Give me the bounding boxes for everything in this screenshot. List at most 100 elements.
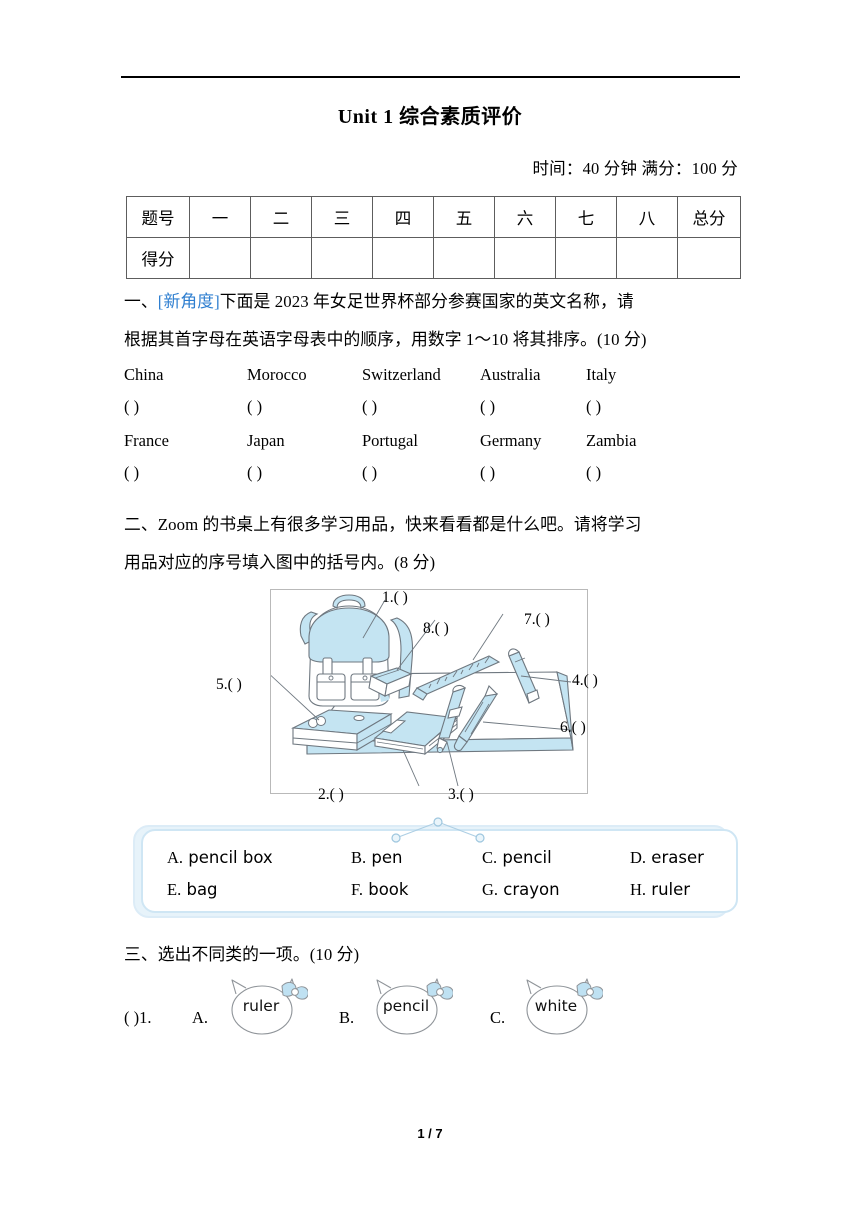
score-table-col-7: 八 <box>616 196 678 238</box>
country-australia: Australia <box>480 365 541 384</box>
question-3-choice-b-letter[interactable]: B. <box>339 1008 354 1028</box>
word-bank-option-g[interactable]: G. crayon <box>482 880 560 900</box>
word-bank-option-b-word: pen <box>371 848 403 867</box>
page-title: Unit 1 综合素质评价 <box>337 106 523 128</box>
picture-label-2[interactable]: 2.( ) <box>318 786 344 804</box>
score-table-row-label-1: 得分 <box>126 237 190 279</box>
answer-blank-portugal[interactable]: ( ) <box>362 463 480 483</box>
country-japan: Japan <box>247 431 285 450</box>
word-bank-option-f-word: book <box>368 880 409 899</box>
answer-blank-switzerland[interactable]: ( ) <box>362 397 480 417</box>
word-bank-option-a[interactable]: A. pencil box <box>167 848 273 868</box>
question-3-choice-c-word: white <box>534 997 578 1015</box>
score-table-row-label-0: 题号 <box>126 196 190 238</box>
country-france: France <box>124 431 169 450</box>
score-table-col-3: 四 <box>372 196 434 238</box>
question-1-country-row-1: China Morocco Switzerland Australia Italy <box>124 365 616 385</box>
word-bank-option-b-letter: B. <box>351 848 367 867</box>
picture-label-3[interactable]: 3.( ) <box>448 786 474 804</box>
question-3-number: 三、 <box>124 945 158 964</box>
score-table-col-0: 一 <box>189 196 251 238</box>
question-3-choice-a-letter[interactable]: A. <box>192 1008 208 1028</box>
question-1-country-row-2: France Japan Portugal Germany Zambia <box>124 431 636 451</box>
score-cell-3[interactable] <box>372 237 434 279</box>
leader-line-2 <box>402 749 420 787</box>
score-table: 题号 一 二 三 四 五 六 七 八 总分 得分 <box>126 196 741 279</box>
question-1-number: 一、 <box>124 292 158 311</box>
word-bank-option-e-word: bag <box>186 880 218 899</box>
word-bank-option-f-letter: F. <box>351 880 363 899</box>
word-bank-option-c-word: pencil <box>502 848 552 867</box>
answer-blank-zambia[interactable]: ( ) <box>586 463 601 483</box>
score-cell-4[interactable] <box>433 237 495 279</box>
word-bank-option-a-word: pencil box <box>188 848 273 867</box>
word-bank-option-f[interactable]: F. book <box>351 880 408 900</box>
word-bank-option-d[interactable]: D. eraser <box>630 848 704 868</box>
exam-page: Unit 1 综合素质评价 时间：40 分钟 满分：100 分 题号 一 二 三… <box>0 0 860 1216</box>
answer-blank-italy[interactable]: ( ) <box>586 397 601 417</box>
word-bank-option-h-letter: H. <box>630 880 647 899</box>
score-table-col-1: 二 <box>250 196 312 238</box>
country-germany: Germany <box>480 431 542 450</box>
answer-blank-japan[interactable]: ( ) <box>247 463 362 483</box>
word-bank-option-a-letter: A. <box>167 848 184 867</box>
word-bank-option-c[interactable]: C. pencil <box>482 848 552 868</box>
question-3-choice-b-word: pencil <box>382 997 430 1015</box>
question-1-text-a: 下面是 2023 年女足世界杯部分参赛国家的英文名称，请 <box>219 292 634 311</box>
question-3-item-1-blank[interactable]: ( )1. <box>124 1008 152 1028</box>
page-number: 1 / 7 <box>417 1126 443 1141</box>
score-table-col-2: 三 <box>311 196 373 238</box>
score-cell-0[interactable] <box>189 237 251 279</box>
word-bank-option-c-letter: C. <box>482 848 498 867</box>
question-1-blank-row-1: ( )( )( )( )( ) <box>124 397 601 417</box>
picture-label-7[interactable]: 7.( ) <box>524 611 550 629</box>
question-3-text-a: 选出不同类的一项。(10 分) <box>157 945 360 964</box>
answer-blank-morocco[interactable]: ( ) <box>247 397 362 417</box>
score-cell-5[interactable] <box>494 237 556 279</box>
country-zambia: Zambia <box>586 431 637 450</box>
country-china: China <box>124 365 164 384</box>
score-cell-1[interactable] <box>250 237 312 279</box>
question-2-text-a: Zoom 的书桌上有很多学习用品，快来看看都是什么吧。请将学习 <box>157 515 642 534</box>
score-table-col-6: 七 <box>555 196 617 238</box>
picture-label-5[interactable]: 5.( ) <box>216 676 242 694</box>
word-bank-option-e-letter: E. <box>167 880 182 899</box>
answer-blank-germany[interactable]: ( ) <box>480 463 586 483</box>
answer-blank-china[interactable]: ( ) <box>124 397 247 417</box>
word-bank <box>141 829 738 913</box>
header-rule <box>121 76 740 78</box>
question-1-tag: [新角度] <box>157 292 220 311</box>
score-cell-6[interactable] <box>555 237 617 279</box>
score-cell-total[interactable] <box>677 237 741 279</box>
score-cell-2[interactable] <box>311 237 373 279</box>
question-1-line-1: 一、[新角度]下面是 2023 年女足世界杯部分参赛国家的英文名称，请 <box>124 283 634 321</box>
question-1-line-2: 根据其首字母在英语字母表中的顺序，用数字 1～10 将其排序。(10 分) <box>124 330 647 349</box>
answer-blank-australia[interactable]: ( ) <box>480 397 586 417</box>
question-3-choice-a[interactable]: ruler <box>222 976 309 1038</box>
score-cell-7[interactable] <box>616 237 678 279</box>
country-portugal: Portugal <box>362 431 418 450</box>
question-2-line-2: 用品对应的序号填入图中的括号内。(8 分) <box>124 553 436 572</box>
question-2-line-1: 二、Zoom 的书桌上有很多学习用品，快来看看都是什么吧。请将学习 <box>124 506 641 544</box>
picture-label-8[interactable]: 8.( ) <box>423 620 449 638</box>
word-bank-option-e[interactable]: E. bag <box>167 880 218 900</box>
picture-label-6[interactable]: 6.( ) <box>560 719 586 737</box>
word-bank-option-b[interactable]: B. pen <box>351 848 402 868</box>
score-table-col-total: 总分 <box>677 196 741 238</box>
picture-label-1[interactable]: 1.( ) <box>382 589 408 607</box>
question-1-blank-row-2: ( )( )( )( )( ) <box>124 463 601 483</box>
question-3-choice-c-letter[interactable]: C. <box>490 1008 505 1028</box>
answer-blank-france[interactable]: ( ) <box>124 463 247 483</box>
question-3-choice-b[interactable]: pencil <box>367 976 454 1038</box>
score-table-col-5: 六 <box>494 196 556 238</box>
word-bank-option-h[interactable]: H. ruler <box>630 880 690 900</box>
question-3-choice-c[interactable]: white <box>517 976 604 1038</box>
question-3-choice-a-word: ruler <box>242 997 280 1015</box>
picture-label-4[interactable]: 4.( ) <box>572 672 598 690</box>
table-row-scores: 得分 <box>126 237 741 279</box>
word-bank-option-g-word: crayon <box>503 880 560 899</box>
question-3-line-1: 三、选出不同类的一项。(10 分) <box>124 936 359 974</box>
country-morocco: Morocco <box>247 365 307 384</box>
word-bank-option-d-word: eraser <box>651 848 704 867</box>
score-table-col-4: 五 <box>433 196 495 238</box>
